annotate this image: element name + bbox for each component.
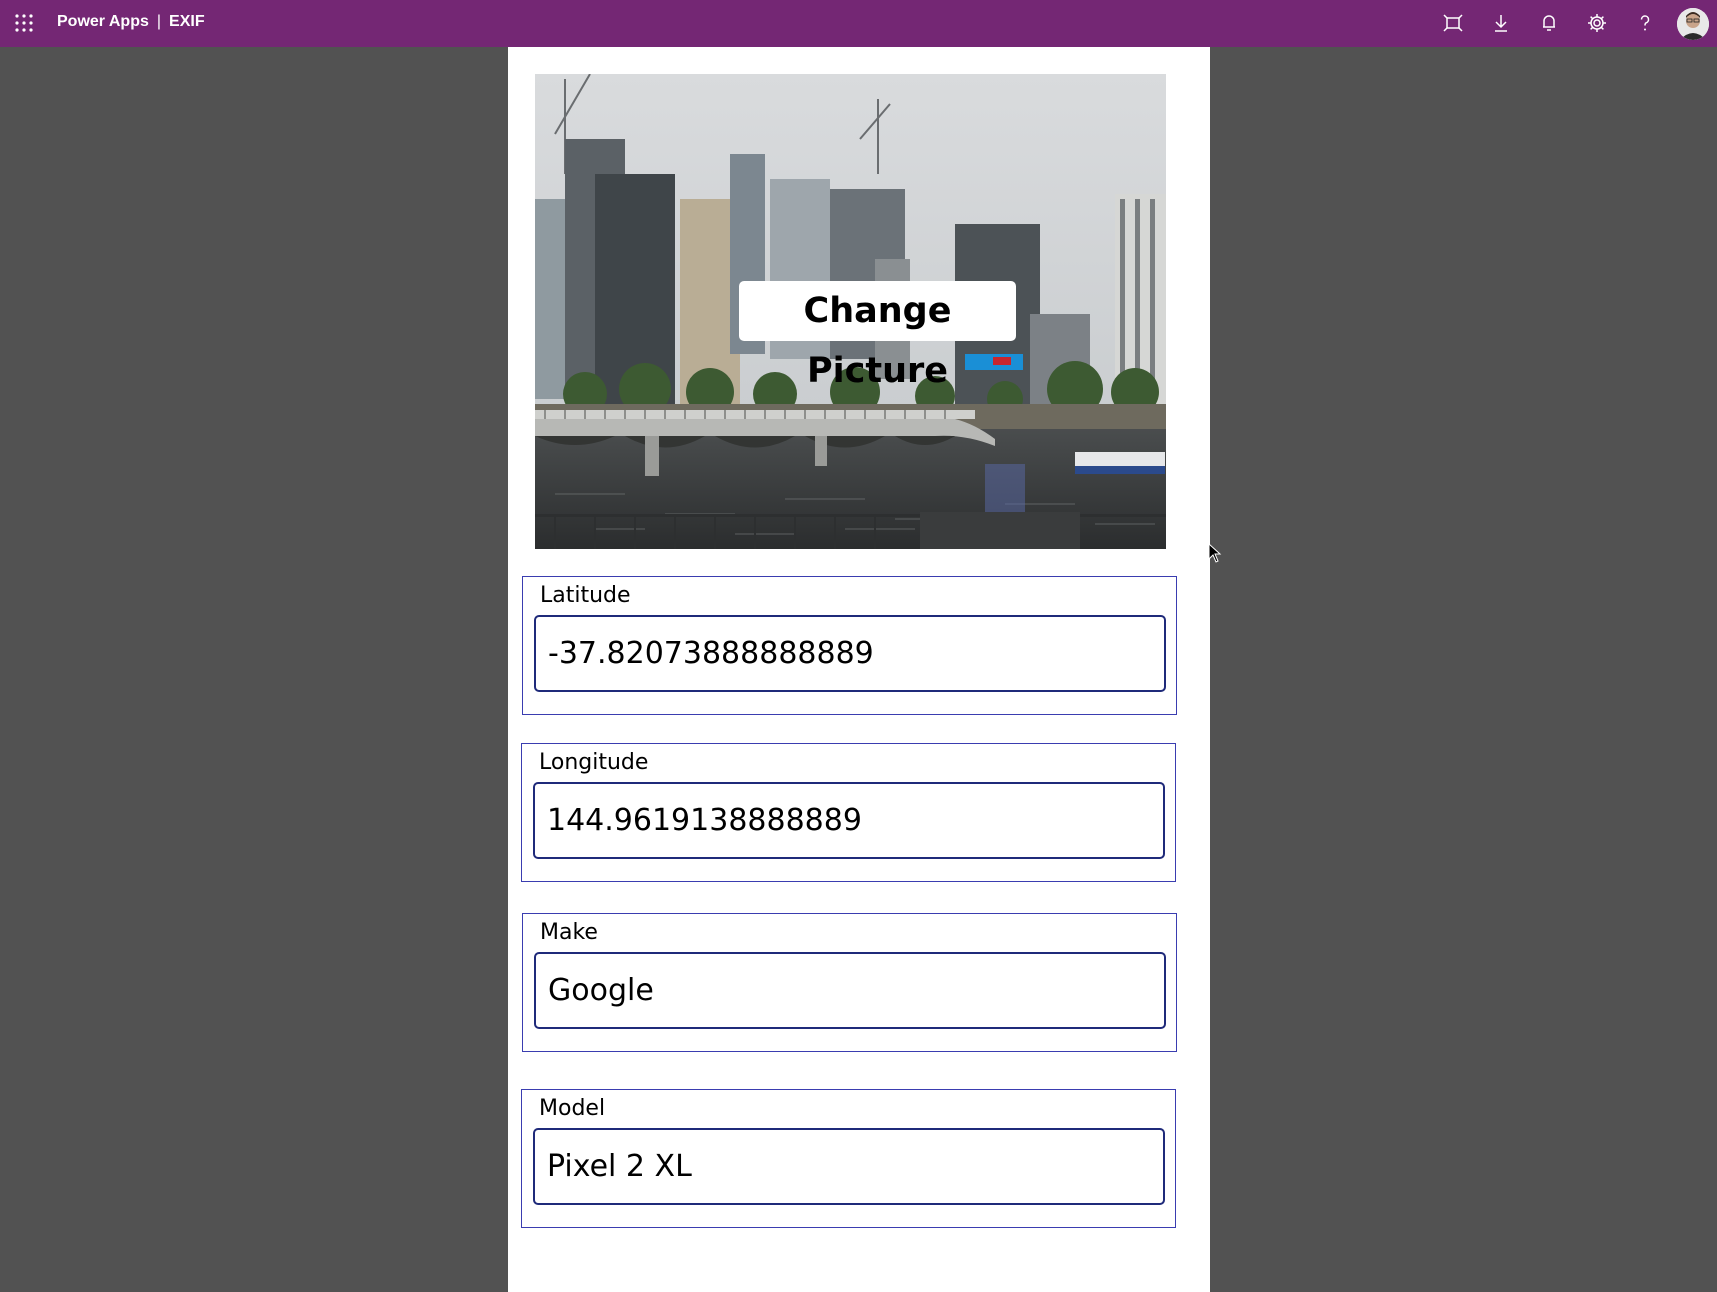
title-separator: | [156,13,162,30]
fit-to-window-icon[interactable] [1442,12,1464,34]
download-icon[interactable] [1490,12,1512,34]
field-card-make: Make Google [522,913,1177,1052]
longitude-input[interactable]: 144.9619138888889 [533,782,1165,859]
make-label: Make [540,920,598,945]
field-card-latitude: Latitude -37.82073888888889 [522,576,1177,715]
mouse-cursor-icon [1208,543,1222,563]
longitude-label: Longitude [539,750,649,775]
top-bar: Power Apps | EXIF [0,0,1717,47]
field-card-longitude: Longitude 144.9619138888889 [521,743,1176,882]
app-name: Power Apps [57,13,149,30]
app-canvas: Change Picture Latitude -37.820738888888… [508,47,1210,1292]
field-card-model: Model Pixel 2 XL [521,1089,1176,1228]
user-avatar-image [1677,8,1709,40]
notification-bell-icon[interactable] [1538,12,1560,34]
model-label: Model [539,1096,606,1121]
latitude-label: Latitude [540,583,631,608]
model-input[interactable]: Pixel 2 XL [533,1128,1165,1205]
make-input[interactable]: Google [534,952,1166,1029]
user-avatar[interactable] [1677,8,1709,40]
latitude-input[interactable]: -37.82073888888889 [534,615,1166,692]
screen-name: EXIF [169,13,205,30]
photo-image[interactable]: Change Picture [535,74,1166,549]
help-icon[interactable] [1634,12,1656,34]
settings-gear-icon[interactable] [1586,12,1608,34]
waffle-menu-icon[interactable] [14,13,34,33]
app-title: Power Apps | EXIF [57,13,205,31]
change-picture-button[interactable]: Change Picture [739,281,1016,391]
